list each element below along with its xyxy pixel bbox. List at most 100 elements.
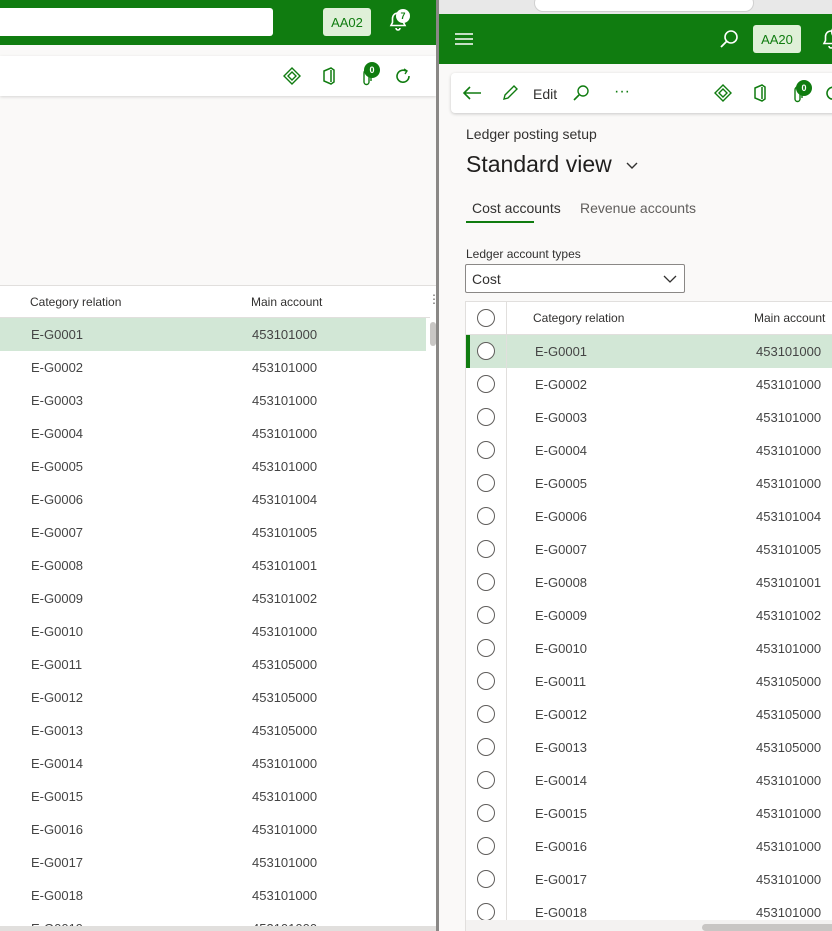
table-row[interactable]: E-G0014 453101000: [466, 764, 832, 797]
main-account-cell[interactable]: 453101000: [756, 872, 821, 887]
table-row[interactable]: E-G0013 453105000: [0, 714, 426, 747]
main-account-cell[interactable]: 453101001: [252, 558, 317, 573]
find-icon[interactable]: [570, 82, 592, 104]
office-icon[interactable]: [318, 65, 340, 87]
table-row[interactable]: E-G0012 453105000: [466, 698, 832, 731]
row-select-radio[interactable]: [477, 672, 495, 690]
row-select-radio[interactable]: [477, 507, 495, 525]
main-account-cell[interactable]: 453101000: [252, 393, 317, 408]
table-row[interactable]: E-G0005 453101000: [466, 467, 832, 500]
table-row[interactable]: E-G0007 453101005: [466, 533, 832, 566]
row-select-radio[interactable]: [477, 738, 495, 756]
main-account-cell[interactable]: 453101000: [756, 443, 821, 458]
table-row[interactable]: E-G0007 453101005: [0, 516, 426, 549]
main-account-cell[interactable]: 453101001: [756, 575, 821, 590]
column-header-main-account[interactable]: Main account: [251, 295, 322, 309]
main-account-cell[interactable]: 453101000: [252, 327, 317, 342]
main-account-cell[interactable]: 453101000: [756, 641, 821, 656]
more-options-icon[interactable]: ···: [611, 81, 633, 103]
table-row[interactable]: E-G0008 453101001: [466, 566, 832, 599]
row-select-radio[interactable]: [477, 870, 495, 888]
ledger-account-types-select[interactable]: Cost: [465, 264, 685, 293]
main-account-cell[interactable]: 453101000: [252, 756, 317, 771]
table-row[interactable]: E-G0004 453101000: [466, 434, 832, 467]
power-apps-icon[interactable]: [712, 82, 734, 104]
table-row[interactable]: E-G0010 453101000: [0, 615, 426, 648]
table-row[interactable]: E-G0004 453101000: [0, 417, 426, 450]
main-account-cell[interactable]: 453101000: [756, 905, 821, 920]
main-account-cell[interactable]: 453101000: [252, 624, 317, 639]
table-row[interactable]: E-G0001 453101000: [0, 318, 426, 351]
row-select-radio[interactable]: [477, 474, 495, 492]
table-row[interactable]: E-G0016 453101000: [0, 813, 426, 846]
main-account-cell[interactable]: 453101000: [756, 476, 821, 491]
table-row[interactable]: E-G0017 453101000: [0, 846, 426, 879]
main-account-cell[interactable]: 453101005: [756, 542, 821, 557]
main-account-cell[interactable]: 453101000: [756, 773, 821, 788]
main-account-cell[interactable]: 453105000: [252, 657, 317, 672]
column-header-category-relation[interactable]: Category relation: [533, 311, 624, 325]
table-row[interactable]: E-G0005 453101000: [0, 450, 426, 483]
table-row[interactable]: E-G0003 453101000: [0, 384, 426, 417]
row-select-radio[interactable]: [477, 804, 495, 822]
column-options-icon[interactable]: ⋮: [428, 292, 436, 306]
main-account-cell[interactable]: 453101000: [252, 888, 317, 903]
main-account-cell[interactable]: 453105000: [252, 723, 317, 738]
main-account-cell[interactable]: 453101004: [252, 492, 317, 507]
column-header-main-account[interactable]: Main account: [754, 311, 825, 325]
row-select-radio[interactable]: [477, 375, 495, 393]
table-row[interactable]: E-G0017 453101000: [466, 863, 832, 896]
refresh-icon[interactable]: [822, 82, 832, 104]
row-select-radio[interactable]: [477, 441, 495, 459]
edit-button[interactable]: Edit: [533, 86, 557, 102]
row-select-radio[interactable]: [477, 540, 495, 558]
menu-icon[interactable]: [455, 32, 473, 46]
main-account-cell[interactable]: 453105000: [756, 740, 821, 755]
search-icon[interactable]: [719, 29, 739, 49]
main-account-cell[interactable]: 453101005: [252, 525, 317, 540]
main-account-cell[interactable]: 453101002: [252, 591, 317, 606]
main-account-cell[interactable]: 453101004: [756, 509, 821, 524]
table-row[interactable]: E-G0016 453101000: [466, 830, 832, 863]
address-bar[interactable]: [534, 0, 754, 12]
horizontal-scrollbar[interactable]: [466, 920, 832, 931]
table-row[interactable]: E-G0009 453101002: [466, 599, 832, 632]
main-account-cell[interactable]: 453101000: [756, 410, 821, 425]
main-account-cell[interactable]: 453101000: [756, 839, 821, 854]
row-select-radio[interactable]: [477, 705, 495, 723]
table-row[interactable]: E-G0003 453101000: [466, 401, 832, 434]
table-row[interactable]: E-G0010 453101000: [466, 632, 832, 665]
column-header-category-relation[interactable]: Category relation: [30, 295, 121, 309]
row-select-radio[interactable]: [477, 573, 495, 591]
company-picker[interactable]: AA02: [323, 8, 371, 36]
scrollbar-thumb[interactable]: [702, 924, 832, 931]
main-account-cell[interactable]: 453101002: [756, 608, 821, 623]
row-select-radio[interactable]: [477, 408, 495, 426]
table-row[interactable]: E-G0012 453105000: [0, 681, 426, 714]
main-account-cell[interactable]: 453105000: [756, 674, 821, 689]
horizontal-scrollbar[interactable]: [0, 926, 436, 931]
select-all-radio[interactable]: [477, 309, 495, 327]
table-row[interactable]: E-G0001 453101000: [466, 335, 832, 368]
refresh-icon[interactable]: [392, 65, 414, 87]
edit-pencil-icon[interactable]: [499, 82, 521, 104]
main-account-cell[interactable]: 453105000: [252, 690, 317, 705]
main-account-cell[interactable]: 453101000: [756, 806, 821, 821]
row-select-radio[interactable]: [477, 342, 495, 360]
table-row[interactable]: E-G0015 453101000: [0, 780, 426, 813]
table-row[interactable]: E-G0014 453101000: [0, 747, 426, 780]
table-row[interactable]: E-G0015 453101000: [466, 797, 832, 830]
office-icon[interactable]: [749, 82, 771, 104]
power-apps-icon[interactable]: [281, 65, 303, 87]
table-row[interactable]: E-G0006 453101004: [466, 500, 832, 533]
main-account-cell[interactable]: 453101000: [252, 459, 317, 474]
table-row[interactable]: E-G0018 453101000: [0, 879, 426, 912]
company-picker[interactable]: AA20: [753, 25, 801, 53]
main-account-cell[interactable]: 453101000: [756, 344, 821, 359]
main-account-cell[interactable]: 453101000: [252, 789, 317, 804]
row-select-radio[interactable]: [477, 606, 495, 624]
main-account-cell[interactable]: 453101000: [252, 426, 317, 441]
table-row[interactable]: E-G0002 453101000: [466, 368, 832, 401]
table-row[interactable]: E-G0009 453101002: [0, 582, 426, 615]
search-input[interactable]: [0, 8, 273, 36]
